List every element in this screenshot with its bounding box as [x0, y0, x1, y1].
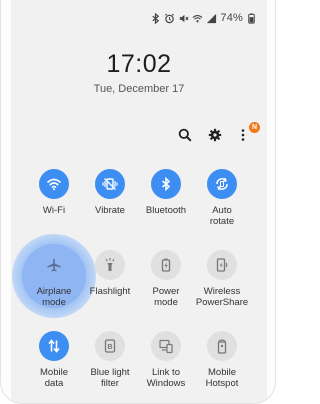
settings-gear-icon	[208, 128, 222, 142]
signal-icon	[206, 13, 217, 24]
mobile-data-icon	[48, 339, 60, 353]
tile-label: Mobile Hotspot	[205, 367, 239, 389]
tile-wireless-powershare[interactable]: Wireless PowerShare	[189, 250, 255, 308]
power-mode-icon	[161, 258, 171, 272]
battery-percent: 74%	[220, 12, 243, 24]
search-button[interactable]	[177, 127, 193, 143]
clock-time: 17:02	[106, 50, 172, 78]
tile-label: Link to Windows	[146, 367, 186, 389]
tile-label: Flashlight	[89, 286, 131, 297]
tile-label: Blue light filter	[90, 367, 130, 389]
search-icon	[178, 128, 192, 142]
flashlight-icon	[105, 258, 115, 271]
bluetooth-toggle[interactable]	[151, 169, 181, 199]
mobile-hotspot-toggle[interactable]	[207, 331, 237, 361]
tile-auto-rotate[interactable]: Auto rotate	[189, 169, 255, 227]
tile-label: Mobile data	[40, 367, 68, 389]
wifi-icon	[46, 178, 62, 191]
tile-label: Power mode	[152, 286, 180, 308]
rotate-icon	[216, 177, 228, 191]
tile-mobile-hotspot[interactable]: Mobile Hotspot	[189, 331, 255, 389]
power-mode-toggle[interactable]	[151, 250, 181, 280]
airplane-icon	[47, 258, 61, 272]
wifi-toggle[interactable]	[39, 169, 69, 199]
airplane-mode-toggle[interactable]	[39, 250, 69, 280]
tile-label: Wireless PowerShare	[195, 286, 249, 308]
clock-date: Tue, December 17	[93, 83, 185, 95]
vibrate-icon	[102, 178, 118, 190]
alarm-icon	[164, 13, 175, 24]
link-to-windows-toggle[interactable]	[151, 331, 181, 361]
svg-text:B: B	[107, 344, 112, 351]
bluetooth-icon	[162, 176, 171, 192]
more-options-button[interactable]: N	[237, 122, 260, 143]
wifi-status-icon	[192, 13, 203, 24]
settings-button[interactable]	[207, 127, 223, 143]
mobile-data-toggle[interactable]	[39, 331, 69, 361]
panel-actions: N	[177, 122, 260, 143]
mute-icon	[178, 13, 189, 24]
tile-label: Airplane mode	[36, 286, 72, 308]
link-to-windows-icon	[159, 339, 173, 354]
auto-rotate-toggle[interactable]	[207, 169, 237, 199]
tile-label: Wi-Fi	[42, 205, 66, 216]
flashlight-toggle[interactable]	[95, 250, 125, 280]
vibrate-toggle[interactable]	[95, 169, 125, 199]
blue-light-filter-toggle[interactable]: B	[95, 331, 125, 361]
wireless-powershare-toggle[interactable]	[207, 250, 237, 280]
tile-label: Vibrate	[95, 205, 125, 216]
bluetooth-status-icon	[150, 12, 161, 24]
blue-light-filter-icon: B	[104, 339, 116, 353]
mobile-hotspot-icon	[217, 339, 227, 354]
tile-label: Bluetooth	[145, 205, 187, 216]
phone-screen: 74% 17:02 Tue, December 17 N Wi-Fi Vibra…	[0, 0, 276, 404]
status-bar: 74%	[150, 11, 257, 25]
battery-icon	[246, 12, 257, 24]
wireless-powershare-icon	[216, 258, 228, 272]
notification-badge: N	[249, 122, 260, 133]
tile-label: Auto rotate	[209, 205, 235, 227]
